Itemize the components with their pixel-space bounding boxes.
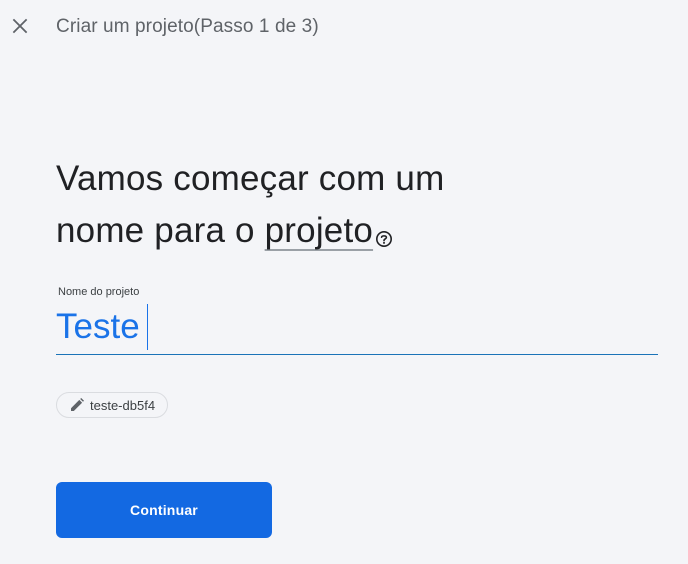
heading-line-2: nome para o projeto: [56, 205, 656, 263]
project-term-link[interactable]: projeto: [265, 211, 373, 250]
pencil-icon: [69, 397, 85, 413]
close-icon[interactable]: [12, 18, 28, 34]
create-project-page: Criar um projeto(Passo 1 de 3) Vamos com…: [0, 0, 688, 564]
project-name-label: Nome do projeto: [58, 286, 140, 298]
help-circle-icon[interactable]: [375, 211, 393, 263]
step-title: Criar um projeto(Passo 1 de 3): [56, 16, 319, 37]
project-name-field[interactable]: [56, 300, 658, 355]
close-button[interactable]: [8, 14, 32, 38]
text-caret: [147, 304, 148, 350]
page-heading: Vamos começar com um nome para o projeto: [56, 153, 656, 263]
continue-button[interactable]: Continuar: [56, 482, 272, 538]
project-id-chip[interactable]: teste-db5f4: [56, 392, 169, 418]
heading-line-2-prefix: nome para o: [56, 211, 265, 250]
project-name-input[interactable]: [56, 304, 656, 350]
project-id-text: teste-db5f4: [90, 397, 156, 413]
heading-line-1: Vamos começar com um: [56, 159, 445, 198]
top-bar: Criar um projeto(Passo 1 de 3): [0, 0, 688, 56]
